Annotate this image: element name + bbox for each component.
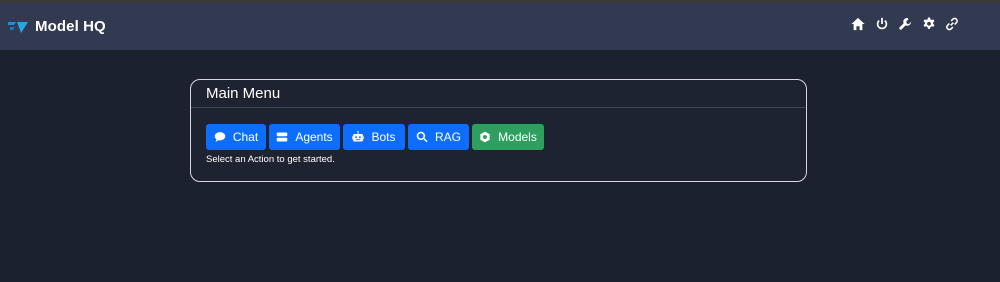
chat-icon: [214, 131, 226, 143]
nav-icon-group: [850, 16, 968, 32]
instruction-text: Select an Action to get started.: [206, 154, 335, 165]
main-menu-card: Main Menu Chat Agents Bots RAG Models Se…: [190, 79, 807, 182]
agents-button[interactable]: Agents: [269, 124, 340, 150]
bots-button-label: Bots: [371, 130, 396, 144]
card-header: Main Menu: [191, 80, 806, 108]
rag-button-label: RAG: [434, 130, 461, 144]
app-title: Model HQ: [35, 18, 106, 35]
action-button-row: Chat Agents Bots RAG Models: [206, 124, 806, 150]
top-navbar: Model HQ: [0, 3, 1000, 50]
cog-icon: [479, 131, 491, 143]
brand[interactable]: Model HQ: [8, 18, 106, 35]
chat-button[interactable]: Chat: [206, 124, 266, 150]
gear-icon[interactable]: [921, 16, 937, 32]
robot-icon: [352, 131, 365, 143]
wrench-icon[interactable]: [897, 16, 913, 32]
link-icon[interactable]: [944, 16, 960, 32]
models-button-label: Models: [498, 130, 537, 144]
server-icon: [276, 131, 288, 143]
power-icon[interactable]: [874, 16, 890, 32]
search-icon: [416, 131, 428, 143]
bots-button[interactable]: Bots: [343, 124, 405, 150]
card-title: Main Menu: [206, 85, 281, 102]
home-icon[interactable]: [850, 16, 866, 32]
card-body: Chat Agents Bots RAG Models Select an Ac…: [191, 108, 806, 165]
agents-button-label: Agents: [295, 130, 333, 144]
logo-icon: [8, 21, 28, 33]
rag-button[interactable]: RAG: [408, 124, 469, 150]
models-button[interactable]: Models: [472, 124, 544, 150]
chat-button-label: Chat: [232, 130, 259, 144]
